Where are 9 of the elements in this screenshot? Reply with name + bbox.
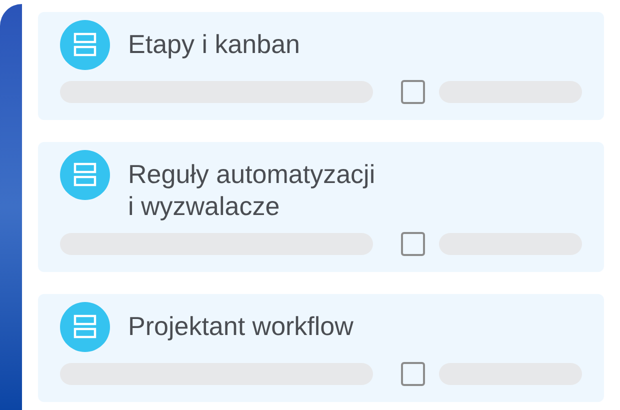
checkbox[interactable] (400, 232, 425, 256)
card-title: Reguły automatyzacji i wyzwalacze (128, 158, 376, 222)
card-title: Etapy i kanban (128, 28, 300, 60)
stacked-rectangles-icon (60, 302, 110, 352)
stacked-rectangles-icon (60, 150, 110, 200)
checkbox[interactable] (400, 80, 425, 104)
stacked-rectangles-icon (60, 20, 110, 70)
checkbox[interactable] (400, 362, 425, 386)
card-title: Projektant workflow (128, 310, 354, 342)
